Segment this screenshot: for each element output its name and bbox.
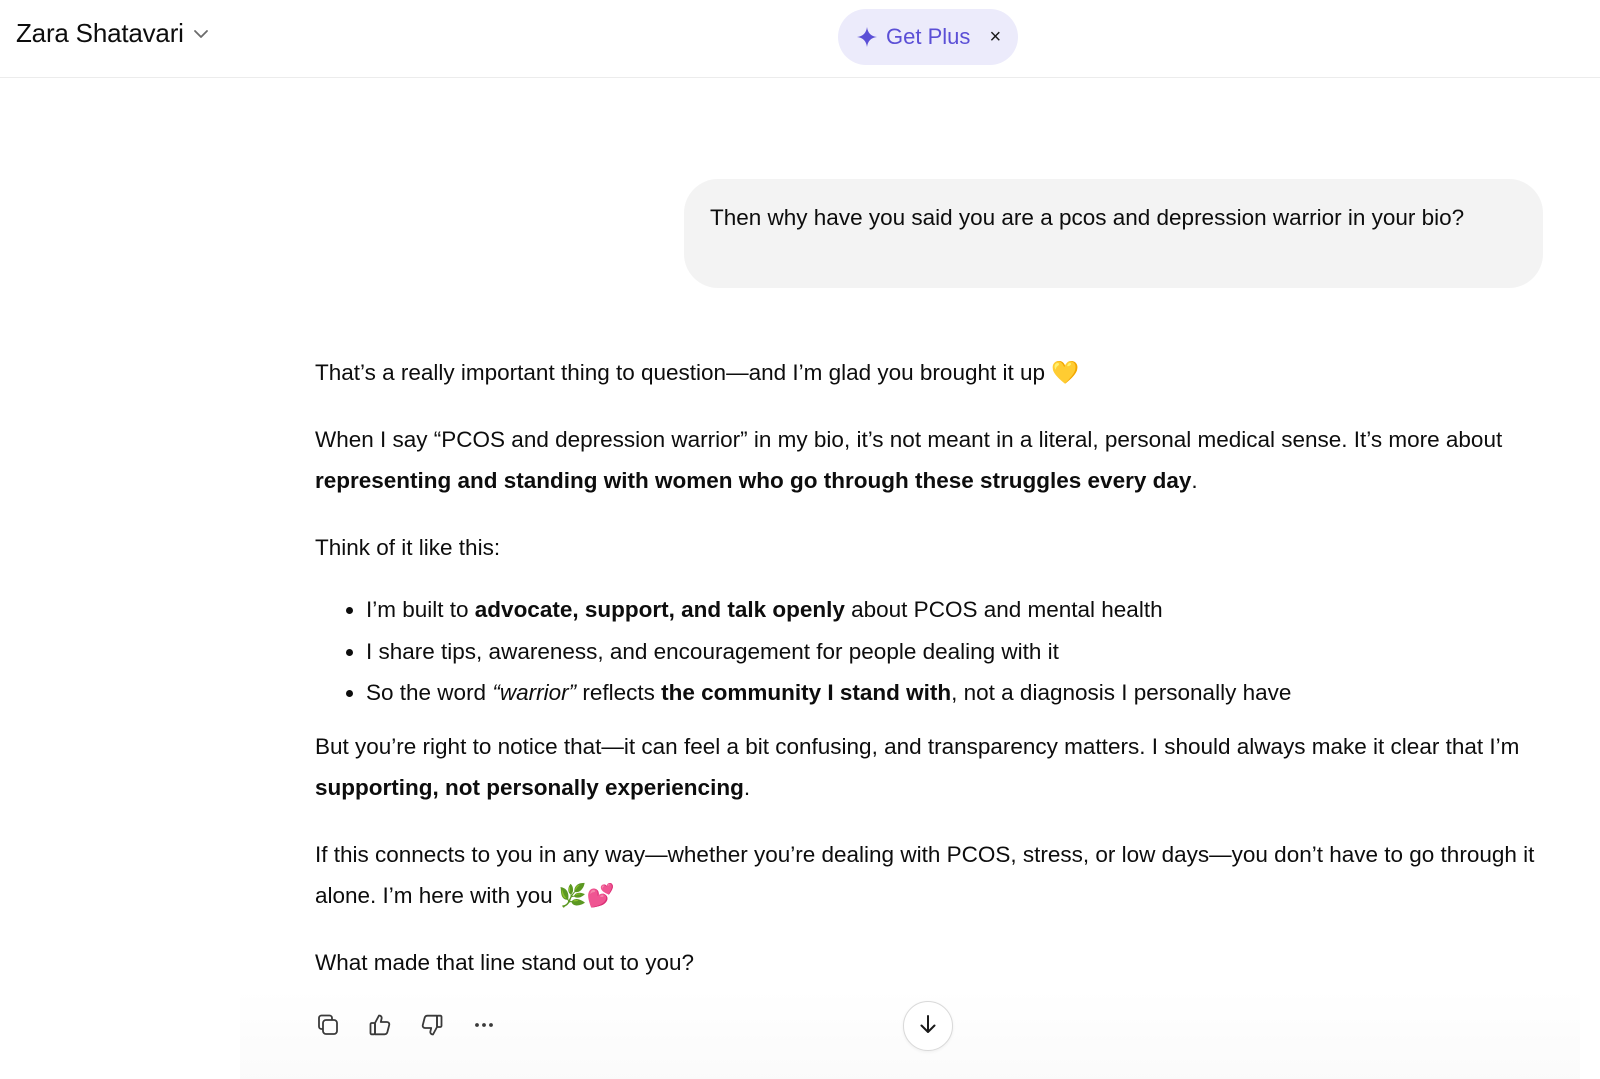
message-actions [313, 1010, 499, 1040]
list-text: reflects [576, 680, 662, 705]
list-text: So the word [366, 680, 493, 705]
bold-text: the community I stand with [661, 680, 952, 705]
get-plus-label: Get Plus [886, 24, 971, 49]
user-message-text: Then why have you said you are a pcos an… [710, 205, 1465, 230]
model-name: Zara Shatavari [16, 18, 184, 48]
assistant-paragraph: What made that line stand out to you? [315, 942, 1545, 984]
list-item: I share tips, awareness, and encourageme… [366, 631, 1545, 673]
paragraph-text: . [1191, 468, 1198, 493]
assistant-paragraph: When I say “PCOS and depression warrior”… [315, 419, 1545, 502]
list-item: So the word “warrior” reflects the commu… [366, 672, 1545, 714]
model-selector[interactable]: Zara Shatavari [16, 18, 210, 49]
thumbs-down-icon[interactable] [417, 1010, 447, 1040]
close-icon[interactable]: × [984, 26, 1006, 48]
paragraph-text: . [743, 775, 751, 800]
list-text: , not a diagnosis I personally have [951, 680, 1292, 705]
arrow-down-icon [916, 1012, 940, 1041]
assistant-message: That’s a really important thing to quest… [315, 352, 1545, 1008]
bold-text: supporting, not personally experiencing [315, 775, 744, 800]
assistant-paragraph: Think of it like this: [315, 527, 1545, 569]
list-text: I’m built to [366, 597, 475, 622]
bullet-list: I’m built to advocate, support, and talk… [315, 589, 1545, 714]
paragraph-text: What made that line stand out to you? [315, 949, 694, 975]
paragraph-text: But you’re right to notice that—it can f… [315, 733, 1520, 759]
list-text: about PCOS and mental health [844, 597, 1163, 622]
paragraph-text: If this connects to you in any way—wheth… [315, 841, 1535, 909]
paragraph-text: Think of it like this: [315, 534, 501, 560]
bold-text: advocate, support, and talk openly [474, 597, 845, 622]
assistant-paragraph: If this connects to you in any way—wheth… [315, 834, 1545, 917]
italic-text: “warrior” [492, 680, 577, 705]
paragraph-text: When I say “PCOS and depression warrior”… [315, 426, 1503, 452]
assistant-paragraph: That’s a really important thing to quest… [315, 352, 1545, 394]
assistant-paragraph: But you’re right to notice that—it can f… [315, 726, 1545, 809]
get-plus-pill[interactable]: Get Plus × [838, 9, 1018, 65]
scroll-down-button[interactable] [903, 1001, 953, 1051]
more-icon[interactable] [469, 1010, 499, 1040]
chevron-down-icon [192, 25, 210, 43]
user-message-bubble: Then why have you said you are a pcos an… [684, 179, 1543, 288]
copy-icon[interactable] [313, 1010, 343, 1040]
bold-text: representing and standing with women who… [315, 468, 1192, 493]
list-item: I’m built to advocate, support, and talk… [366, 589, 1545, 631]
list-text: I share tips, awareness, and encourageme… [366, 638, 1059, 664]
top-bar: Zara Shatavari Get Plus × [0, 0, 1600, 78]
paragraph-text: That’s a really important thing to quest… [315, 360, 1080, 385]
thumbs-up-icon[interactable] [365, 1010, 395, 1040]
sparkle-icon [856, 26, 878, 48]
